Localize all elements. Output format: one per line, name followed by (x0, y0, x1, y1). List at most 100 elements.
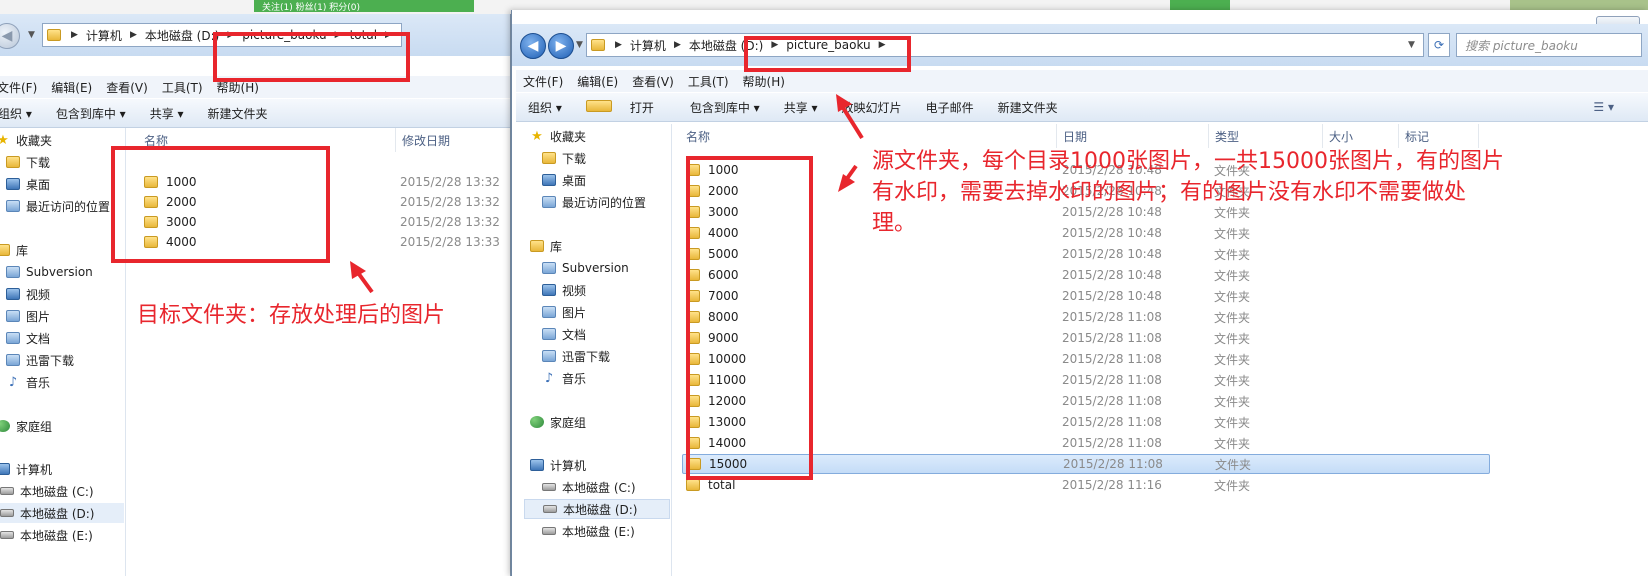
new-folder-button[interactable]: 新建文件夹 (986, 99, 1070, 116)
search-input[interactable]: 搜索 picture_baoku (1456, 33, 1642, 57)
refresh-icon[interactable]: ⟳ (1428, 33, 1450, 57)
open-button[interactable]: 打开 (574, 99, 678, 116)
nav-favorites[interactable]: ★收藏夹 (0, 130, 52, 150)
nav-documents[interactable]: 文档 (6, 328, 50, 348)
column-size[interactable]: 大小 (1323, 124, 1399, 148)
nav-desktop[interactable]: 桌面 (542, 170, 586, 190)
nav-videos[interactable]: 视频 (6, 284, 50, 304)
desktop-icon (542, 174, 556, 186)
annotation-box-target-folders (111, 146, 330, 263)
library-icon (530, 240, 544, 252)
video-icon (6, 288, 20, 300)
chevron-right-icon: ▶ (129, 30, 137, 40)
nav-drive-e[interactable]: 本地磁盘 (E:) (0, 525, 93, 545)
annotation-source-note-line-1: 源文件夹，每个目录1000张图片，一共15000张图片，有的图片 (872, 149, 1504, 174)
view-options-icon[interactable]: ☰ ▾ (1581, 100, 1648, 114)
annotation-box-target-path (213, 32, 410, 82)
menu-tools[interactable]: 工具(T) (681, 73, 736, 90)
history-dropdown-icon[interactable]: ▼ (576, 40, 583, 50)
nav-recent[interactable]: 最近访问的位置 (542, 192, 646, 212)
menu-file[interactable]: 文件(F) (0, 79, 44, 96)
breadcrumb-computer[interactable]: 计算机 (626, 37, 670, 54)
documents-icon (542, 328, 556, 340)
nav-recent[interactable]: 最近访问的位置 (6, 196, 110, 216)
drive-icon (542, 483, 556, 491)
column-tags[interactable]: 标记 (1399, 124, 1479, 148)
breadcrumb[interactable]: ▶ 计算机 ▶ 本地磁盘 (D:) ▶ picture_baoku ▶ (586, 33, 1424, 57)
nav-favorites[interactable]: ★收藏夹 (530, 126, 586, 146)
nav-libraries[interactable]: 库 (530, 236, 562, 256)
address-dropdown-icon[interactable]: ▼ (1408, 40, 1415, 50)
column-type[interactable]: 类型 (1209, 124, 1323, 148)
new-folder-button[interactable]: 新建文件夹 (196, 105, 280, 122)
navigation-pane: ★收藏夹 下载 桌面 最近访问的位置 库 Subversion 视频 图片 文档… (0, 128, 126, 576)
nav-pictures[interactable]: 图片 (542, 302, 586, 322)
address-bar: ◀ ▶ ▼ ▶ 计算机 ▶ 本地磁盘 (D:) ▶ picture_baoku … (512, 24, 1648, 66)
nav-computer[interactable]: 计算机 (0, 459, 52, 479)
downloads-icon (542, 152, 556, 164)
nav-music[interactable]: ♪ 音乐 (6, 372, 50, 392)
homegroup-icon (0, 420, 10, 432)
history-dropdown-icon[interactable]: ▼ (28, 30, 35, 40)
menu-view[interactable]: 查看(V) (99, 79, 155, 96)
nav-thunder-downloads[interactable]: 迅雷下载 (6, 350, 74, 370)
breadcrumb-computer[interactable]: 计算机 (82, 27, 126, 44)
subversion-icon (542, 262, 556, 274)
nav-downloads[interactable]: 下载 (6, 152, 50, 172)
forward-button[interactable]: ▶ (548, 33, 574, 59)
back-button[interactable]: ◀ (520, 33, 546, 59)
nav-drive-c[interactable]: 本地磁盘 (C:) (542, 477, 636, 497)
music-icon: ♪ (8, 374, 18, 390)
breadcrumb-drive[interactable]: 本地磁盘 (D:) (141, 27, 223, 44)
documents-icon (6, 332, 20, 344)
nav-videos[interactable]: 视频 (542, 280, 586, 300)
menu-view[interactable]: 查看(V) (625, 73, 681, 90)
menu-file[interactable]: 文件(F) (516, 73, 570, 90)
thunder-icon (542, 350, 556, 362)
annotation-box-source-folders (686, 156, 813, 480)
slideshow-button[interactable]: 放映幻灯片 (830, 99, 914, 116)
share-button[interactable]: 共享 ▾ (772, 99, 830, 116)
background-green-tab: 关注(1) 粉丝(1) 积分(0) (254, 0, 474, 12)
pictures-icon (542, 306, 556, 318)
recent-places-icon (542, 196, 556, 208)
column-date[interactable]: 日期 (1057, 124, 1209, 148)
menu-edit[interactable]: 编辑(E) (570, 73, 625, 90)
nav-desktop[interactable]: 桌面 (6, 174, 50, 194)
nav-drive-e[interactable]: 本地磁盘 (E:) (542, 521, 635, 541)
nav-homegroup[interactable]: 家庭组 (530, 412, 586, 432)
menu-edit[interactable]: 编辑(E) (44, 79, 99, 96)
email-button[interactable]: 电子邮件 (914, 99, 986, 116)
include-library-button[interactable]: 包含到库中 ▾ (678, 99, 772, 116)
share-button[interactable]: 共享 ▾ (138, 105, 196, 122)
folder-icon (47, 29, 61, 41)
nav-documents[interactable]: 文档 (542, 324, 586, 344)
computer-icon (0, 463, 10, 475)
nav-drive-d[interactable]: 本地磁盘 (D:) (0, 503, 124, 523)
nav-drive-d[interactable]: 本地磁盘 (D:) (524, 499, 670, 519)
nav-subversion[interactable]: Subversion (542, 258, 629, 278)
nav-homegroup[interactable]: 家庭组 (0, 416, 52, 436)
back-button[interactable]: ◀ (0, 23, 20, 49)
menu-help[interactable]: 帮助(H) (736, 73, 792, 90)
subversion-icon (6, 266, 20, 278)
annotation-source-note-line-3: 理。 (872, 211, 917, 236)
nav-thunder-downloads[interactable]: 迅雷下载 (542, 346, 610, 366)
nav-computer[interactable]: 计算机 (530, 455, 586, 475)
drive-icon (0, 509, 14, 517)
menu-tools[interactable]: 工具(T) (155, 79, 210, 96)
command-bar: 组织 ▾ 打开 包含到库中 ▾ 共享 ▾ 放映幻灯片 电子邮件 新建文件夹 ☰ … (516, 92, 1648, 122)
downloads-icon (6, 156, 20, 168)
column-name[interactable]: 名称 (672, 124, 1057, 148)
organize-button[interactable]: 组织 ▾ (516, 99, 574, 116)
nav-pictures[interactable]: 图片 (6, 306, 50, 326)
nav-downloads[interactable]: 下载 (542, 148, 586, 168)
column-date[interactable]: 修改日期 (396, 128, 510, 152)
include-library-button[interactable]: 包含到库中 ▾ (44, 105, 138, 122)
nav-libraries[interactable]: 库 (0, 240, 28, 260)
nav-drive-c[interactable]: 本地磁盘 (C:) (0, 481, 94, 501)
nav-subversion[interactable]: Subversion (6, 262, 93, 282)
annotation-box-source-path (744, 36, 911, 72)
nav-music[interactable]: ♪ 音乐 (542, 368, 586, 388)
organize-button[interactable]: 组织 ▾ (0, 105, 44, 122)
